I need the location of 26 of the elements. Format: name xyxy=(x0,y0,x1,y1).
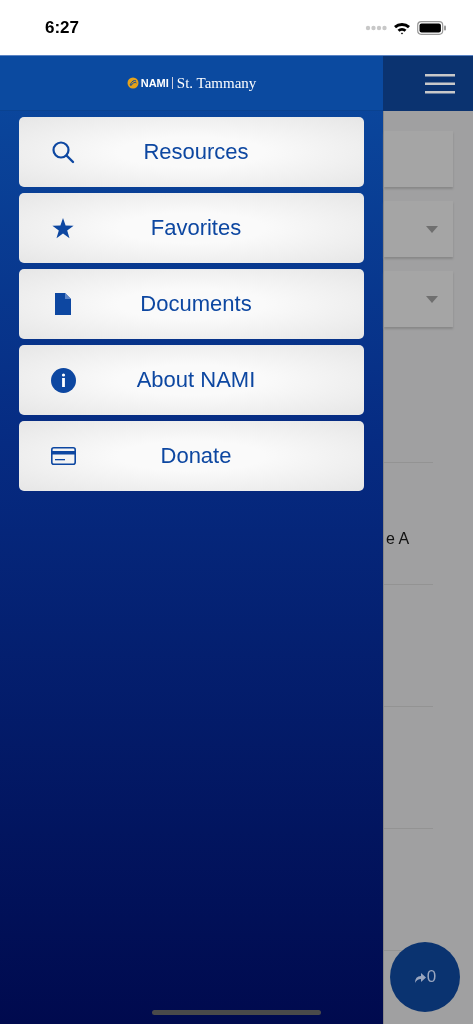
menu-icon[interactable] xyxy=(425,73,455,94)
star-icon xyxy=(52,217,74,239)
signal-icon xyxy=(365,24,387,31)
menu-item[interactable]: Donate xyxy=(19,421,364,491)
input-field[interactable] xyxy=(384,131,453,187)
menu-item[interactable]: About NAMI xyxy=(19,345,364,415)
info-icon xyxy=(50,367,76,393)
logo-emblem-icon xyxy=(126,77,139,89)
menu-item[interactable]: Documents xyxy=(19,269,364,339)
status-time: 6:27 xyxy=(45,17,80,38)
share-icon xyxy=(413,971,426,983)
menu-item[interactable]: Favorites xyxy=(19,193,364,263)
caret-icon xyxy=(426,225,438,233)
list-item-text: e A xyxy=(386,528,410,548)
caret-icon xyxy=(426,295,438,303)
document-icon xyxy=(55,293,71,315)
share-count-button[interactable]: 0 xyxy=(390,942,460,1012)
wifi-icon xyxy=(393,20,411,35)
dropdown-field[interactable] xyxy=(384,201,453,257)
logo-wordmark: NAMI xyxy=(140,77,173,89)
search-icon xyxy=(51,140,75,164)
battery-icon xyxy=(417,20,447,35)
credit-card-icon xyxy=(50,447,76,465)
dropdown-field[interactable] xyxy=(384,271,453,327)
menu-item[interactable]: Resources xyxy=(19,117,364,187)
logo-title: St. Tammany xyxy=(175,74,257,92)
